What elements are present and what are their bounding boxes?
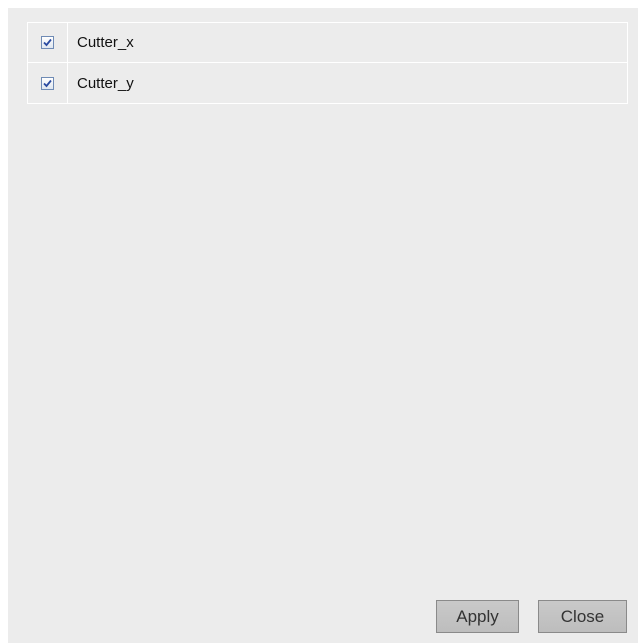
list-item-label: Cutter_x xyxy=(77,34,134,51)
apply-button[interactable]: Apply xyxy=(436,600,519,633)
list-item-cutter-y: Cutter_y xyxy=(28,63,627,103)
list-item-label: Cutter_y xyxy=(77,74,134,92)
close-button[interactable]: Close xyxy=(538,600,627,633)
cutter-x-checkbox[interactable] xyxy=(41,36,54,49)
checkbox-cell xyxy=(28,63,68,103)
dialog-panel: Cutter_x Cutter_y Apply Close xyxy=(8,8,638,643)
cutter-y-checkbox[interactable] xyxy=(41,76,54,90)
check-icon xyxy=(43,38,52,47)
item-list: Cutter_x Cutter_y xyxy=(27,22,628,104)
list-item-cutter-x: Cutter_x xyxy=(28,23,627,63)
check-icon xyxy=(43,79,52,87)
checkbox-cell xyxy=(28,23,68,62)
